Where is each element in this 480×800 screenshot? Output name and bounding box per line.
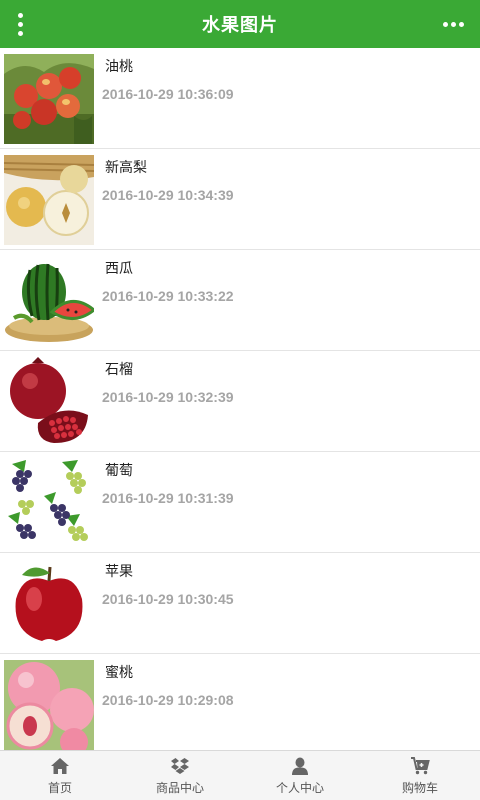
item-date: 2016-10-29 10:32:39 — [102, 389, 234, 405]
item-name: 油桃 — [105, 59, 133, 75]
more-button[interactable] — [438, 6, 468, 42]
list-item[interactable]: 西瓜 2016-10-29 10:33:22 — [0, 250, 480, 351]
page-title: 水果图片 — [202, 15, 278, 36]
item-name: 石榴 — [105, 362, 133, 378]
list-item[interactable]: 石榴 2016-10-29 10:32:39 — [0, 351, 480, 452]
item-date: 2016-10-29 10:30:45 — [102, 591, 234, 607]
fruit-list: 油桃 2016-10-29 10:36:09 新高梨 2016-10-29 10… — [0, 48, 480, 750]
grape-image — [4, 458, 94, 548]
dropbox-icon — [171, 757, 189, 774]
list-item[interactable]: 葡萄 2016-10-29 10:31:39 — [0, 452, 480, 553]
item-date: 2016-10-29 10:29:08 — [102, 692, 234, 708]
user-icon — [292, 757, 308, 775]
item-date: 2016-10-29 10:36:09 — [102, 86, 234, 102]
item-date: 2016-10-29 10:31:39 — [102, 490, 234, 506]
item-date: 2016-10-29 10:33:22 — [102, 288, 234, 304]
home-icon — [51, 757, 69, 774]
tab-label: 商品中心 — [155, 780, 204, 795]
apple-image — [4, 559, 94, 649]
list-item[interactable]: 苹果 2016-10-29 10:30:45 — [0, 553, 480, 654]
peach-image — [4, 660, 94, 750]
tab-label: 购物车 — [401, 780, 438, 795]
list-item[interactable]: 新高梨 2016-10-29 10:34:39 — [0, 149, 480, 250]
item-name: 西瓜 — [105, 261, 133, 277]
pear-image — [4, 155, 94, 245]
pomegranate-image — [4, 357, 94, 447]
nectarine-image — [4, 54, 94, 144]
item-date: 2016-10-29 10:34:39 — [102, 187, 234, 203]
list-item[interactable]: 蜜桃 2016-10-29 10:29:08 — [0, 654, 480, 750]
tab-products[interactable]: 商品中心 — [120, 751, 240, 800]
item-name: 葡萄 — [105, 463, 133, 479]
vertical-dots-icon — [17, 12, 23, 18]
horizontal-dots-icon — [442, 21, 448, 27]
header-bar: 水果图片 — [0, 0, 480, 48]
tab-label: 个人中心 — [275, 780, 324, 795]
list-item[interactable]: 油桃 2016-10-29 10:36:09 — [0, 48, 480, 149]
watermelon-image — [4, 256, 94, 346]
bottom-tab-bar: 首页 商品中心 个人中心 购物车 — [0, 750, 480, 800]
item-name: 蜜桃 — [105, 665, 133, 681]
tab-profile[interactable]: 个人中心 — [240, 751, 360, 800]
menu-button[interactable] — [6, 6, 34, 42]
item-name: 新高梨 — [105, 160, 147, 176]
tab-cart[interactable]: 购物车 — [360, 751, 480, 800]
item-name: 苹果 — [105, 564, 133, 580]
cart-icon — [411, 756, 430, 774]
tab-label: 首页 — [47, 780, 72, 795]
tab-home[interactable]: 首页 — [0, 751, 120, 800]
